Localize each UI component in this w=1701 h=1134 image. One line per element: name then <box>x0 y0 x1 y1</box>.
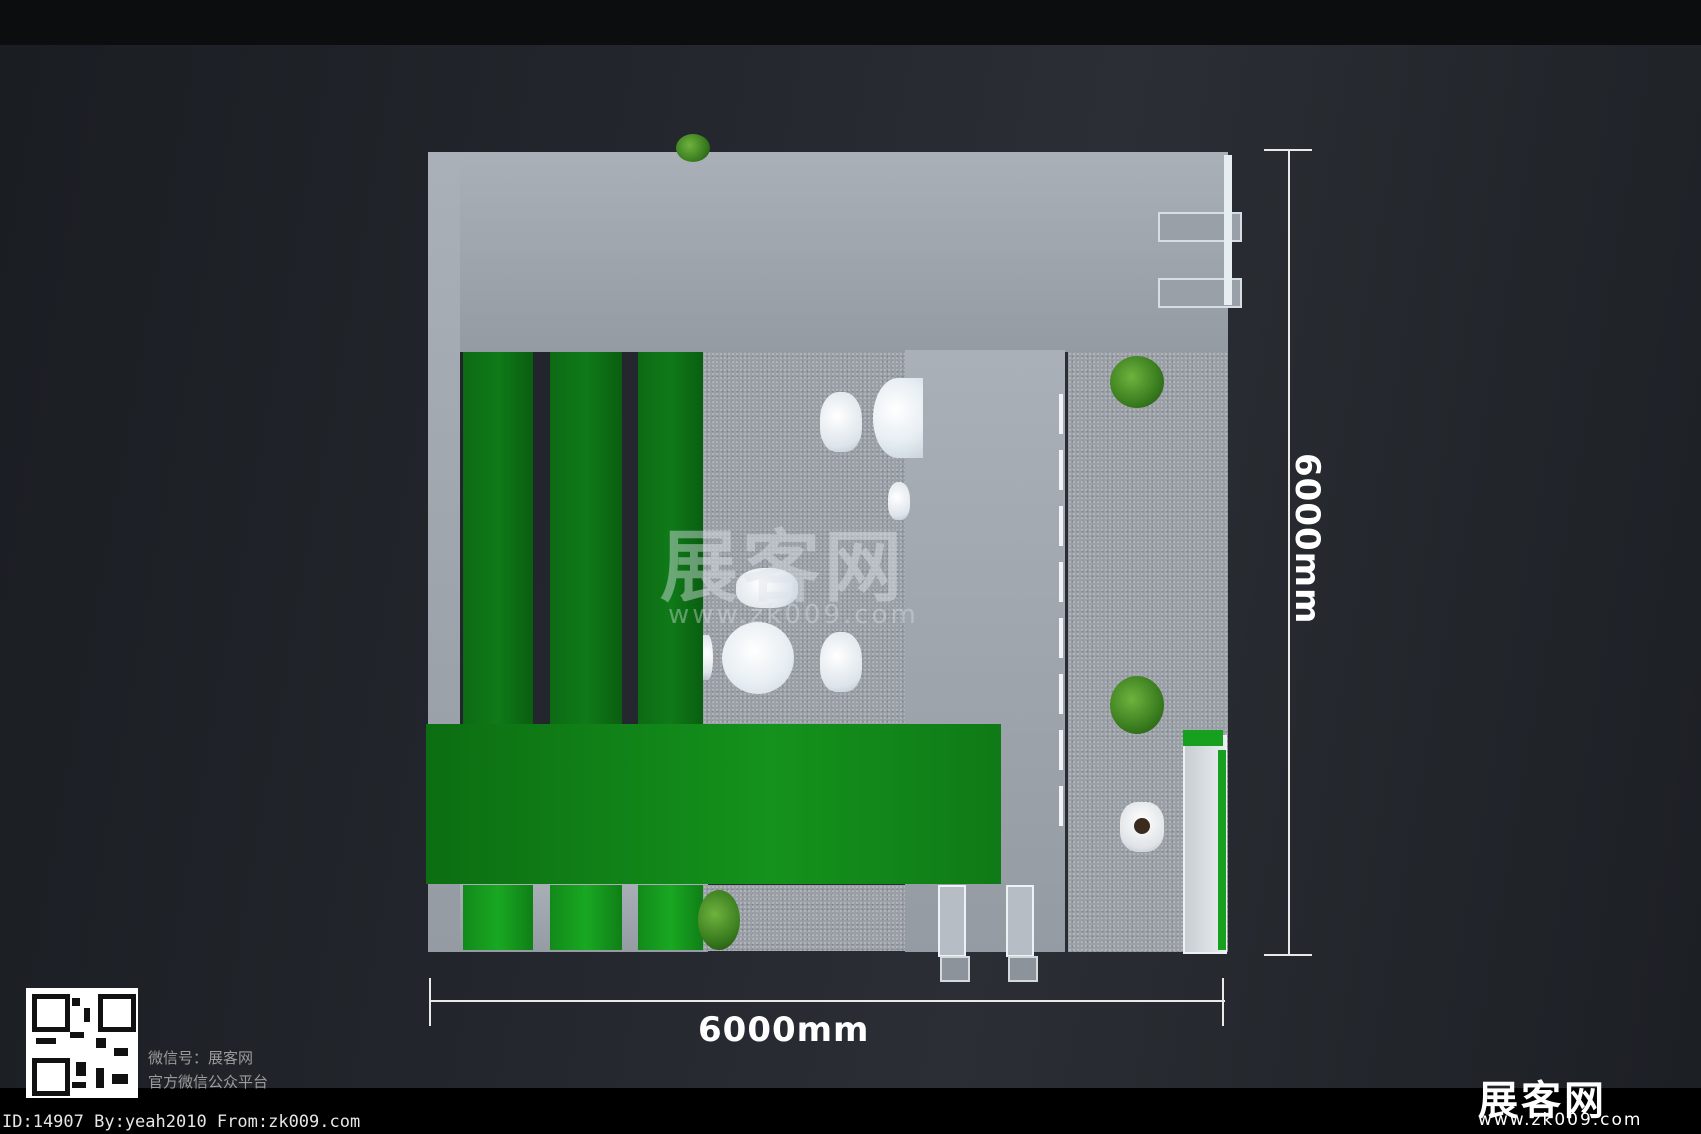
display-strip-dashes <box>1059 674 1063 714</box>
qr-caption-line2: 官方微信公众平台 <box>148 1073 269 1091</box>
wall-trim <box>1224 155 1232 305</box>
plant <box>698 890 740 950</box>
width-dimension-tick-right <box>1222 978 1224 1026</box>
display-strip-dashes <box>1059 618 1063 658</box>
round-table <box>722 622 794 694</box>
image-id-line: ID:14907 By:yeah2010 From:zk009.com <box>2 1112 361 1132</box>
height-dimension-tick-top <box>1264 149 1312 151</box>
width-dimension-label: 6000mm <box>698 1010 870 1050</box>
chair <box>820 392 862 452</box>
plant <box>1110 356 1164 408</box>
display-strip-dashes <box>1059 394 1063 434</box>
footer-logo-url: www.zk009.com <box>1478 1110 1643 1130</box>
plant <box>1110 676 1164 734</box>
reception-counter <box>426 724 1001 884</box>
display-strip-dashes <box>1059 786 1063 826</box>
height-dimension-tick-bottom <box>1264 954 1312 956</box>
showcase <box>938 885 966 957</box>
center-watermark-url: www.zk009.com <box>668 600 919 630</box>
qr-caption-line1: 微信号：展客网 <box>148 1049 254 1067</box>
person-head <box>1134 818 1150 834</box>
green-panel-3-front <box>638 885 703 950</box>
height-dimension-label: 6000mm <box>1287 453 1327 625</box>
chair <box>820 632 862 692</box>
plant <box>676 134 710 162</box>
back-wall <box>428 152 1228 352</box>
width-dimension-line <box>430 1000 1225 1002</box>
width-dimension-tick-left <box>429 978 431 1026</box>
green-panel-2-front <box>550 885 622 950</box>
round-table <box>873 378 923 458</box>
qr-code <box>26 988 138 1098</box>
stool <box>940 956 970 982</box>
green-panel-1-front <box>463 885 533 950</box>
green-panel-1 <box>463 352 533 732</box>
display-strip-dashes <box>1059 562 1063 602</box>
cabinet-green-edge <box>1218 750 1226 950</box>
display-strip-dashes <box>1059 730 1063 770</box>
green-panel-2 <box>550 352 622 732</box>
showcase <box>1006 885 1034 957</box>
display-strip-dashes <box>1059 506 1063 546</box>
cabinet-green-top <box>1183 730 1223 746</box>
display-strip-dashes <box>1059 450 1063 490</box>
top-band <box>0 0 1701 45</box>
chair <box>703 635 713 680</box>
stool <box>1008 956 1038 982</box>
